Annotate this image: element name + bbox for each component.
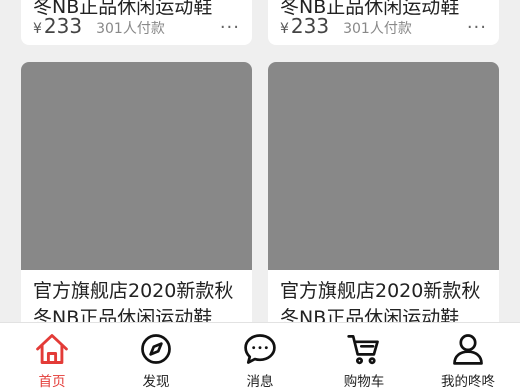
bottom-tab-bar: 首页 发现 消息 购物车 我的咚咚 bbox=[0, 322, 520, 390]
tab-discover[interactable]: 发现 bbox=[104, 323, 208, 390]
product-card[interactable]: 官方旗舰店2020新款秋冬NB正品休闲运动鞋 bbox=[268, 62, 499, 362]
product-price: 233 bbox=[43, 14, 83, 38]
price-row: ¥ 233 301人付款 ··· bbox=[280, 14, 487, 38]
product-card[interactable]: 冬NB正品休闲运动鞋 ¥ 233 301人付款 ··· bbox=[268, 0, 499, 45]
tab-cart[interactable]: 购物车 bbox=[312, 323, 416, 390]
cart-icon bbox=[347, 335, 379, 365]
product-price: 233 bbox=[290, 14, 330, 38]
currency-symbol: ¥ bbox=[280, 21, 289, 37]
home-icon bbox=[36, 334, 68, 364]
product-image[interactable] bbox=[268, 62, 499, 270]
product-card[interactable]: 官方旗舰店2020新款秋冬NB正品休闲运动鞋 bbox=[21, 62, 252, 362]
more-options-icon[interactable]: ··· bbox=[220, 19, 240, 37]
user-icon bbox=[453, 334, 483, 365]
tab-messages[interactable]: 消息 bbox=[208, 323, 312, 390]
product-card[interactable]: 冬NB正品休闲运动鞋 ¥ 233 301人付款 ··· bbox=[21, 0, 252, 45]
tab-label: 首页 bbox=[38, 374, 66, 390]
tab-label: 购物车 bbox=[343, 374, 385, 390]
chat-bubble-icon bbox=[244, 334, 276, 364]
currency-symbol: ¥ bbox=[33, 21, 42, 37]
buyer-count: 301人付款 bbox=[343, 21, 412, 37]
product-image[interactable] bbox=[21, 62, 252, 270]
tab-label: 发现 bbox=[142, 374, 170, 390]
tab-profile[interactable]: 我的咚咚 bbox=[416, 323, 520, 390]
compass-icon bbox=[141, 334, 171, 364]
buyer-count: 301人付款 bbox=[96, 21, 165, 37]
tab-label: 消息 bbox=[246, 374, 274, 390]
price-row: ¥ 233 301人付款 ··· bbox=[33, 14, 240, 38]
tab-home[interactable]: 首页 bbox=[0, 323, 104, 390]
more-options-icon[interactable]: ··· bbox=[467, 19, 487, 37]
tab-label: 我的咚咚 bbox=[441, 374, 495, 390]
